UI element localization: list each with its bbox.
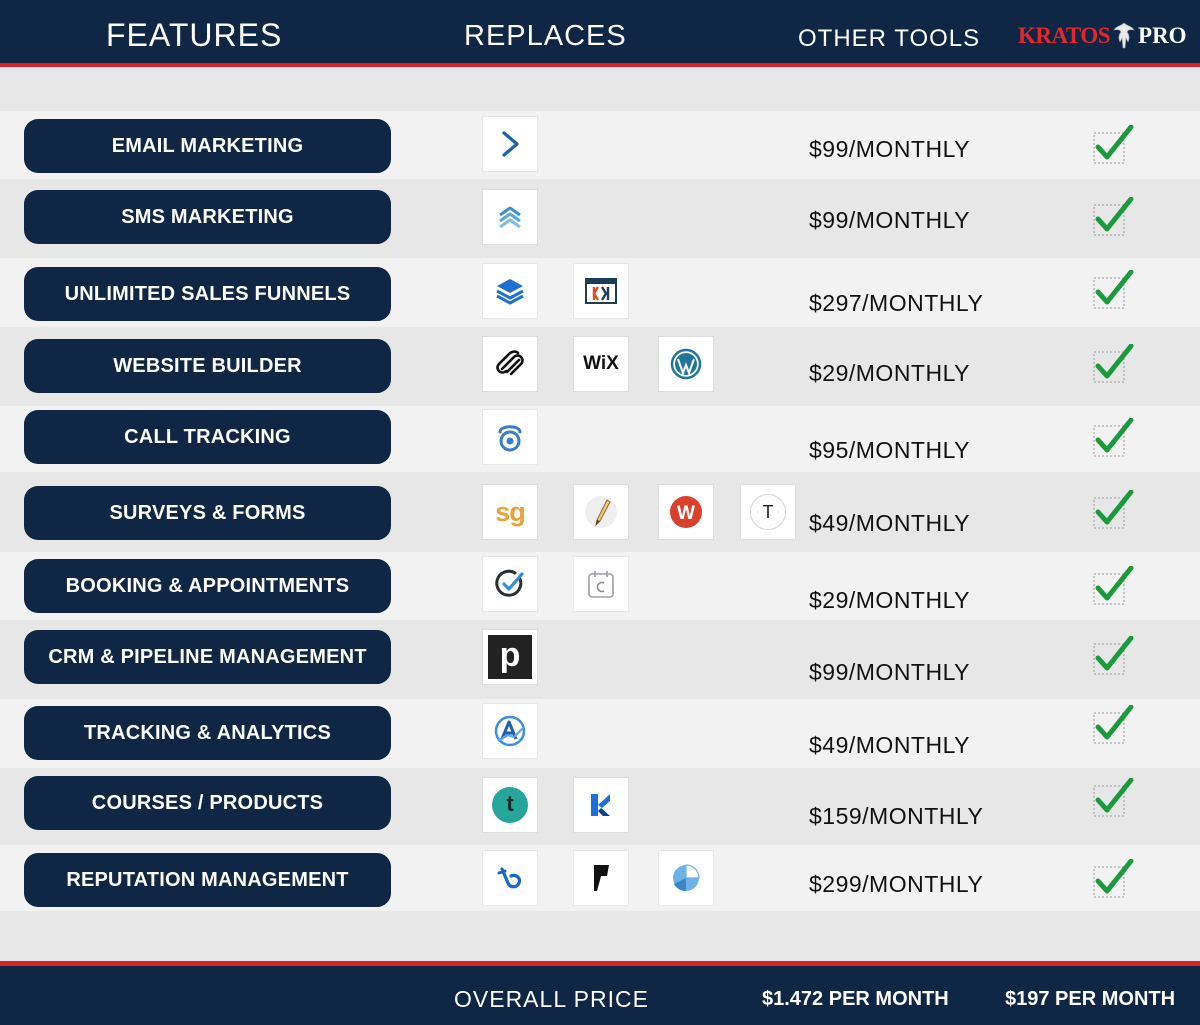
other-tool-price: $299/MONTHLY [809,871,984,897]
table-row: CRM & PIPELINE MANAGEMENT p $99/MONTHLY [0,620,1200,699]
feature-pill: COURSES / PRODUCTS [24,776,391,830]
wordpress-icon [659,337,713,391]
feature-pill: REPUTATION MANAGEMENT [24,853,391,907]
surveygizmo-icon: sg [483,485,537,539]
surveygizmo-wordmark: sg [495,496,525,527]
wix-icon: WiX [574,337,628,391]
brand-suffix: PRO [1138,23,1187,48]
sms-chevrons-icon [483,190,537,244]
check-icon [1093,778,1134,817]
birdeye-icon [483,851,537,905]
check-icon [1093,705,1134,744]
feature-pill: TRACKING & ANALYTICS [24,706,391,760]
overall-price-footer: OVERALL PRICE $1.472 PER MONTH $197 PER … [0,961,1200,1025]
analytics-arrow-icon [483,704,537,758]
foursquare-icon [574,851,628,905]
pipedrive-icon: p [483,630,537,684]
check-icon [1093,344,1134,383]
feature-pill: SURVEYS & FORMS [24,486,391,540]
check-icon [1093,197,1134,236]
table-row: SURVEYS & FORMS sg W T $49/MONTHLY [0,472,1200,552]
other-tool-price: $29/MONTHLY [809,587,971,613]
teachable-letter: t [506,791,514,816]
table-row: EMAIL MARKETING $99/MONTHLY [0,111,1200,179]
acuity-icon [483,557,537,611]
kajabi-icon [574,778,628,832]
table-row: UNLIMITED SALES FUNNELS $297/MONTHLY [0,258,1200,327]
check-icon [1093,125,1134,164]
wix-wordmark: WiX [583,353,619,374]
calendar-icon [574,557,628,611]
layers-stack-icon [483,264,537,318]
pipedrive-letter: p [499,636,521,674]
features-column-heading: FEATURES [106,17,283,53]
kratos-pro-total: $197 PER MONTH [1005,988,1176,1010]
table-row: REPUTATION MANAGEMENT $299/MONTHLY [0,845,1200,911]
feature-pill: UNLIMITED SALES FUNNELS [24,267,391,321]
brand-name: KRATOS [1018,23,1111,48]
overall-price-label: OVERALL PRICE [454,986,649,1012]
check-icon [1093,270,1134,309]
check-icon [1093,490,1134,529]
check-icon [1093,418,1134,457]
other-tools-total: $1.472 PER MONTH [762,988,949,1010]
check-icon [1093,859,1134,898]
svg-text:W: W [677,503,695,524]
feature-pill: CRM & PIPELINE MANAGEMENT [24,630,391,684]
feature-pill: BOOKING & APPOINTMENTS [24,559,391,613]
feature-pill: EMAIL MARKETING [24,119,391,173]
teachable-icon: t [483,778,537,832]
other-tool-price: $99/MONTHLY [809,207,971,233]
other-tool-price: $159/MONTHLY [809,803,984,829]
other-tool-price: $49/MONTHLY [809,732,971,758]
other-tools-column-heading: OTHER TOOLS [798,25,981,52]
kratos-pro-logo: KRATOS PRO [1018,20,1187,52]
replaces-column-heading: REPLACES [464,20,627,52]
check-icon [1093,636,1134,675]
comparison-header: FEATURES REPLACES OTHER TOOLS KRATOS PRO [0,0,1200,67]
clickfunnels-icon [574,264,628,318]
activecampaign-icon [483,117,537,171]
other-tool-price: $49/MONTHLY [809,510,971,536]
table-row: WEBSITE BUILDER WiX $29/MONTHLY [0,327,1200,406]
pie-chart-icon [659,851,713,905]
typeform-letter: T [762,501,774,522]
eagle-icon [1113,22,1135,49]
check-icon [1093,566,1134,605]
table-row: COURSES / PRODUCTS t $159/MONTHLY [0,768,1200,845]
feature-pill: SMS MARKETING [24,190,391,244]
table-row: SMS MARKETING $99/MONTHLY [0,179,1200,258]
table-row: BOOKING & APPOINTMENTS $29/MONTHLY [0,552,1200,620]
other-tool-price: $95/MONTHLY [809,437,971,463]
pencil-icon [574,485,628,539]
table-row: TRACKING & ANALYTICS $49/MONTHLY [0,699,1200,768]
other-tool-price: $297/MONTHLY [809,290,984,316]
feature-pill: CALL TRACKING [24,410,391,464]
typeform-icon: T [741,485,795,539]
table-row: CALL TRACKING $95/MONTHLY [0,406,1200,472]
call-tracking-icon [483,410,537,464]
wufoo-icon: W [659,485,713,539]
other-tool-price: $99/MONTHLY [809,136,971,162]
other-tool-price: $99/MONTHLY [809,659,971,685]
feature-pill: WEBSITE BUILDER [24,339,391,393]
squarespace-icon [483,337,537,391]
other-tool-price: $29/MONTHLY [809,360,971,386]
